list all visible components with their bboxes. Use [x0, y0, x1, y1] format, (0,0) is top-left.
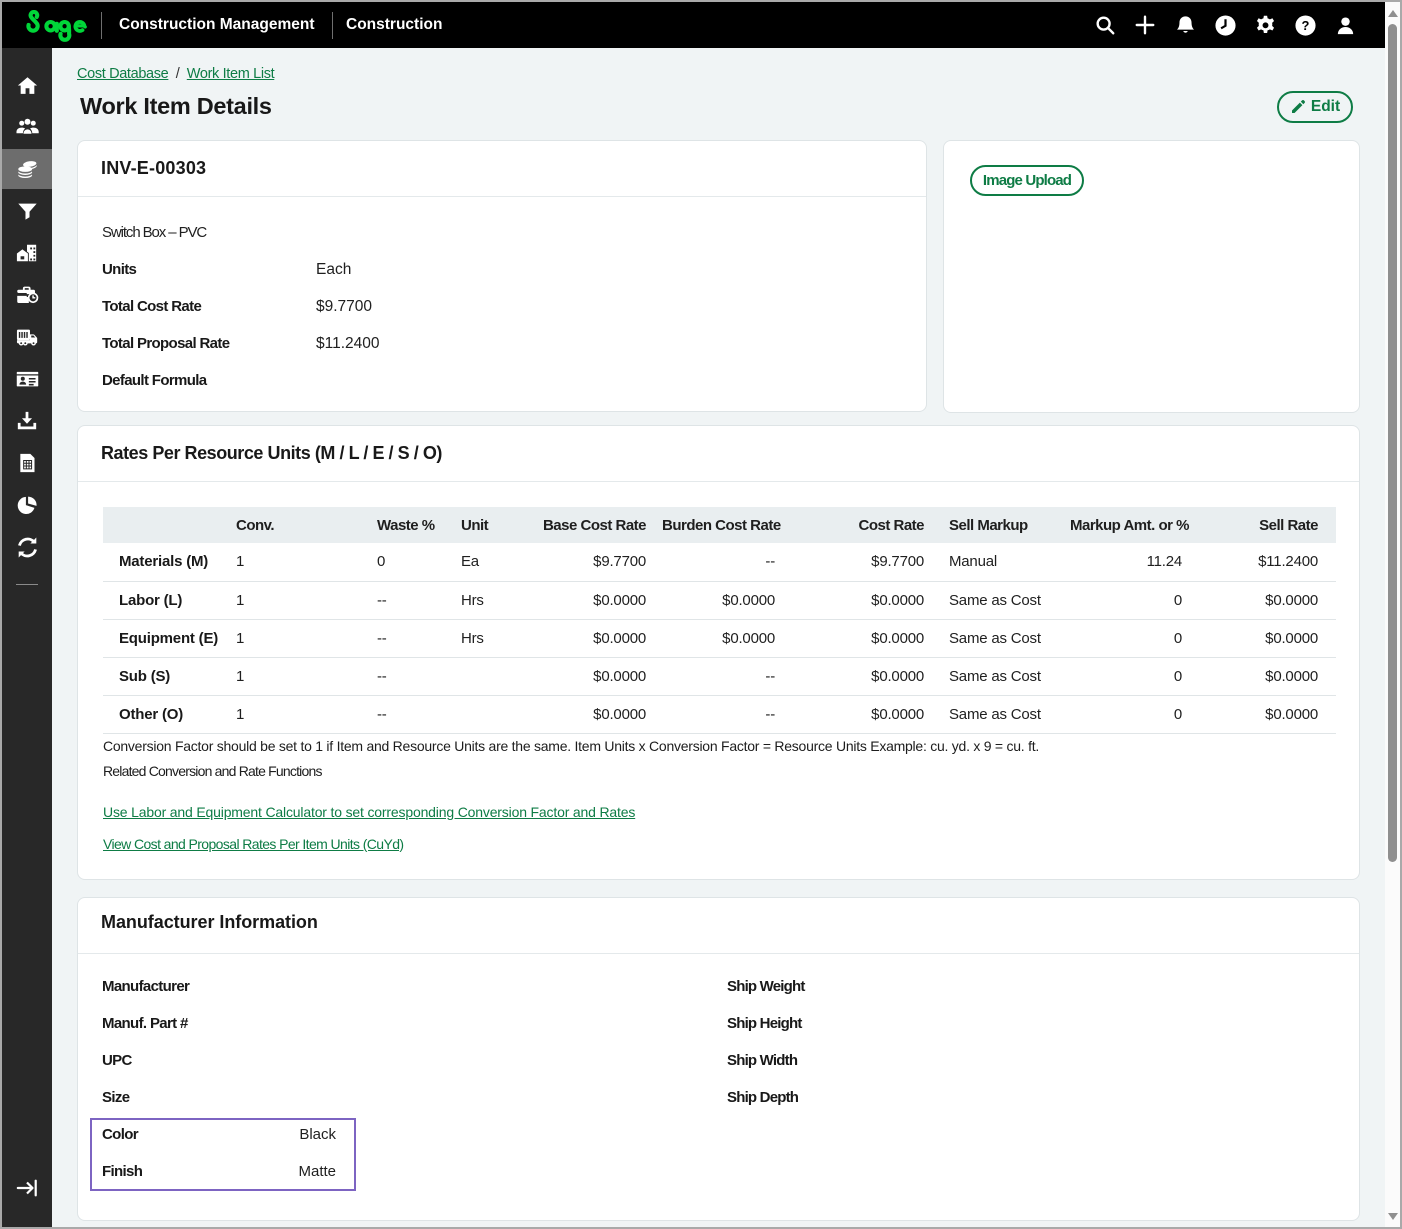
- svg-text:?: ?: [1301, 18, 1309, 33]
